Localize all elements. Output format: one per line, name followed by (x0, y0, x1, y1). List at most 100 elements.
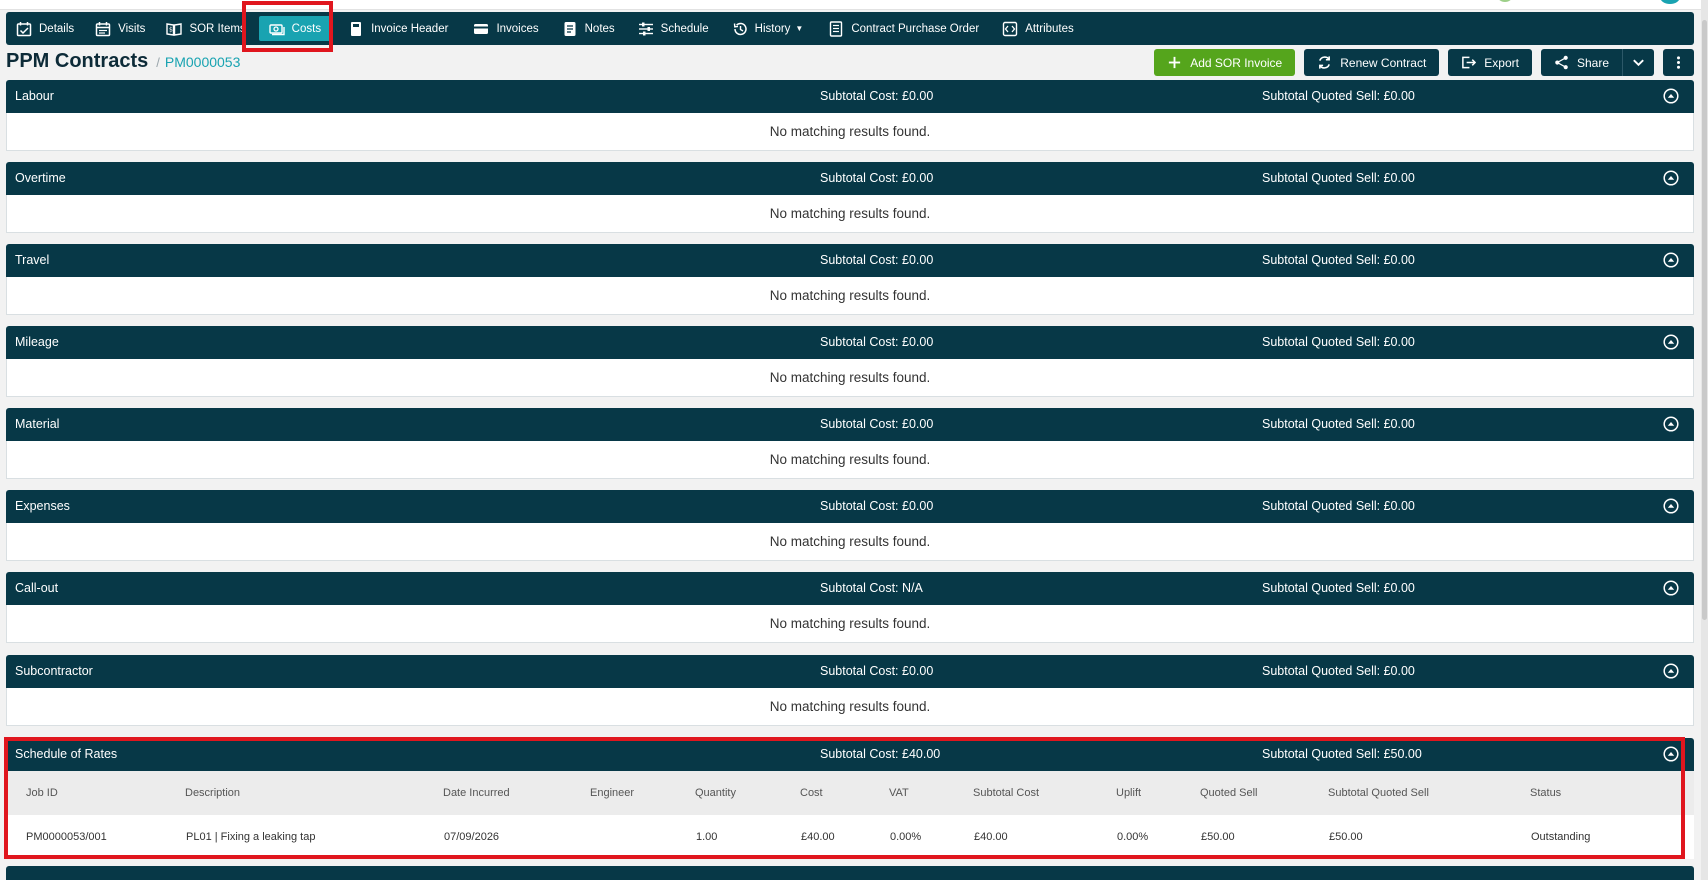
collapse-icon[interactable] (1663, 170, 1679, 186)
document-icon (351, 21, 362, 36)
section-header[interactable]: Labour Subtotal Cost: £0.00 Subtotal Quo… (6, 80, 1694, 113)
contract-id-link[interactable]: PM0000053 (165, 54, 241, 70)
section-header[interactable]: Call-out Subtotal Cost: N/A Subtotal Quo… (6, 572, 1694, 605)
breadcrumb-separator: / (156, 55, 160, 70)
section-title: Overtime (15, 171, 66, 185)
collapse-icon[interactable] (1663, 416, 1679, 432)
subtotal-quoted-sell: Subtotal Quoted Sell: £0.00 (1262, 499, 1415, 513)
section-call-out: Call-out Subtotal Cost: N/A Subtotal Quo… (6, 572, 1694, 643)
section-overtime: Overtime Subtotal Cost: £0.00 Subtotal Q… (6, 162, 1694, 233)
tab-history[interactable]: History ▼ (722, 16, 814, 41)
button-label: Add SOR Invoice (1190, 55, 1283, 70)
tab-notes[interactable]: Notes (552, 16, 625, 41)
section-header[interactable]: Overtime Subtotal Cost: £0.00 Subtotal Q… (6, 162, 1694, 195)
refresh-icon (1319, 56, 1331, 69)
empty-message: No matching results found. (6, 605, 1694, 643)
page-title: PPM Contracts (6, 50, 149, 72)
tab-schedule[interactable]: Schedule (628, 16, 719, 41)
section-title: Subcontractor (15, 664, 93, 678)
note-icon (564, 21, 576, 36)
breadcrumb: PPM Contracts / PM0000053 (6, 50, 240, 76)
chevron-down-icon: ▼ (795, 24, 804, 33)
empty-message: No matching results found. (6, 523, 1694, 561)
button-label: Export (1484, 55, 1519, 70)
chevron-down-icon (1633, 59, 1644, 67)
section-title: Call-out (15, 581, 59, 595)
tab-contract-purchase-order[interactable]: Contract Purchase Order (818, 16, 989, 41)
section-header[interactable]: Material Subtotal Cost: £0.00 Subtotal Q… (6, 408, 1694, 441)
section-header[interactable]: Travel Subtotal Cost: £0.00 Subtotal Quo… (6, 244, 1694, 277)
subtotal-quoted-sell: Subtotal Quoted Sell: £0.00 (1262, 581, 1415, 595)
collapse-icon[interactable] (1663, 88, 1679, 104)
export-button[interactable]: Export (1448, 49, 1532, 76)
collapse-icon[interactable] (1663, 252, 1679, 268)
button-label: Renew Contract (1340, 55, 1427, 70)
empty-message: No matching results found. (6, 359, 1694, 397)
tab-attributes[interactable]: Attributes (992, 16, 1084, 41)
tab-label: History (754, 22, 791, 35)
section-travel: Travel Subtotal Cost: £0.00 Subtotal Quo… (6, 244, 1694, 315)
empty-message: No matching results found. (6, 277, 1694, 315)
section-header[interactable]: Expenses Subtotal Cost: £0.00 Subtotal Q… (6, 490, 1694, 523)
highlight-schedule-of-rates (4, 737, 1685, 859)
tab-label: SOR Items (189, 22, 246, 35)
subtotal-quoted-sell: Subtotal Quoted Sell: £0.00 (1262, 335, 1415, 349)
empty-message: No matching results found. (6, 441, 1694, 479)
tab-sor-items[interactable]: $ SOR Items (156, 16, 255, 41)
section-title: Travel (15, 253, 50, 267)
next-section-header[interactable] (6, 866, 1694, 880)
renew-contract-button[interactable]: Renew Contract (1304, 49, 1440, 76)
subtotal-quoted-sell: Subtotal Quoted Sell: £0.00 (1262, 89, 1415, 103)
button-label: Share (1576, 55, 1609, 70)
subtotal-cost: Subtotal Cost: £0.00 (820, 171, 934, 185)
section-header[interactable]: Subcontractor Subtotal Cost: £0.00 Subto… (6, 655, 1694, 688)
collapse-icon[interactable] (1663, 663, 1679, 679)
subtotal-cost: Subtotal Cost: £0.00 (820, 499, 934, 513)
action-bar: Add SOR Invoice Renew Contract Export Sh… (1154, 49, 1694, 76)
tab-label: Contract Purchase Order (851, 22, 980, 35)
history-icon (733, 22, 747, 35)
tab-label: Invoice Header (371, 22, 449, 35)
kebab-menu-icon (1677, 56, 1680, 69)
subtotal-quoted-sell: Subtotal Quoted Sell: £0.00 (1262, 417, 1415, 431)
share-button-group: Share (1540, 49, 1654, 76)
empty-message: No matching results found. (6, 688, 1694, 726)
tab-visits[interactable]: Visits (85, 16, 155, 41)
tab-label: Visits (118, 22, 146, 35)
section-title: Material (15, 417, 60, 431)
subtotal-cost: Subtotal Cost: £0.00 (820, 417, 934, 431)
section-title: Expenses (15, 499, 70, 513)
collapse-icon[interactable] (1663, 498, 1679, 514)
section-labour: Labour Subtotal Cost: £0.00 Subtotal Quo… (6, 80, 1694, 151)
tab-label: Invoices (496, 22, 539, 35)
section-header[interactable]: Mileage Subtotal Cost: £0.00 Subtotal Qu… (6, 326, 1694, 359)
tab-invoices[interactable]: Invoices (463, 16, 548, 41)
calendar-check-icon (16, 21, 32, 36)
add-sor-invoice-button[interactable]: Add SOR Invoice (1154, 49, 1296, 76)
section-title: Labour (15, 89, 54, 103)
svg-text:$: $ (169, 26, 173, 33)
tab-invoice-header[interactable]: Invoice Header (338, 16, 458, 41)
subtotal-cost: Subtotal Cost: £0.00 (820, 253, 934, 267)
tab-label: Details (39, 22, 75, 35)
section-expenses: Expenses Subtotal Cost: £0.00 Subtotal Q… (6, 490, 1694, 561)
section-material: Material Subtotal Cost: £0.00 Subtotal Q… (6, 408, 1694, 479)
section-subcontractor: Subcontractor Subtotal Cost: £0.00 Subto… (6, 655, 1694, 726)
plus-icon (1169, 56, 1181, 69)
share-button[interactable]: Share (1540, 49, 1622, 76)
share-dropdown-button[interactable] (1622, 49, 1654, 76)
subtotal-quoted-sell: Subtotal Quoted Sell: £0.00 (1262, 171, 1415, 185)
subtotal-cost: Subtotal Cost: N/A (820, 581, 923, 595)
collapse-icon[interactable] (1663, 580, 1679, 596)
export-icon (1462, 56, 1477, 69)
calendar-icon (95, 21, 111, 36)
share-icon (1555, 55, 1568, 70)
page-scrollbar[interactable] (1701, 0, 1708, 880)
subtotal-cost: Subtotal Cost: £0.00 (820, 89, 934, 103)
more-options-button[interactable] (1663, 49, 1694, 76)
tab-details[interactable]: Details (6, 16, 84, 41)
collapse-icon[interactable] (1663, 334, 1679, 350)
attributes-icon (1002, 21, 1018, 36)
scrollbar-thumb[interactable] (1702, 20, 1707, 620)
subtotal-quoted-sell: Subtotal Quoted Sell: £0.00 (1262, 664, 1415, 678)
